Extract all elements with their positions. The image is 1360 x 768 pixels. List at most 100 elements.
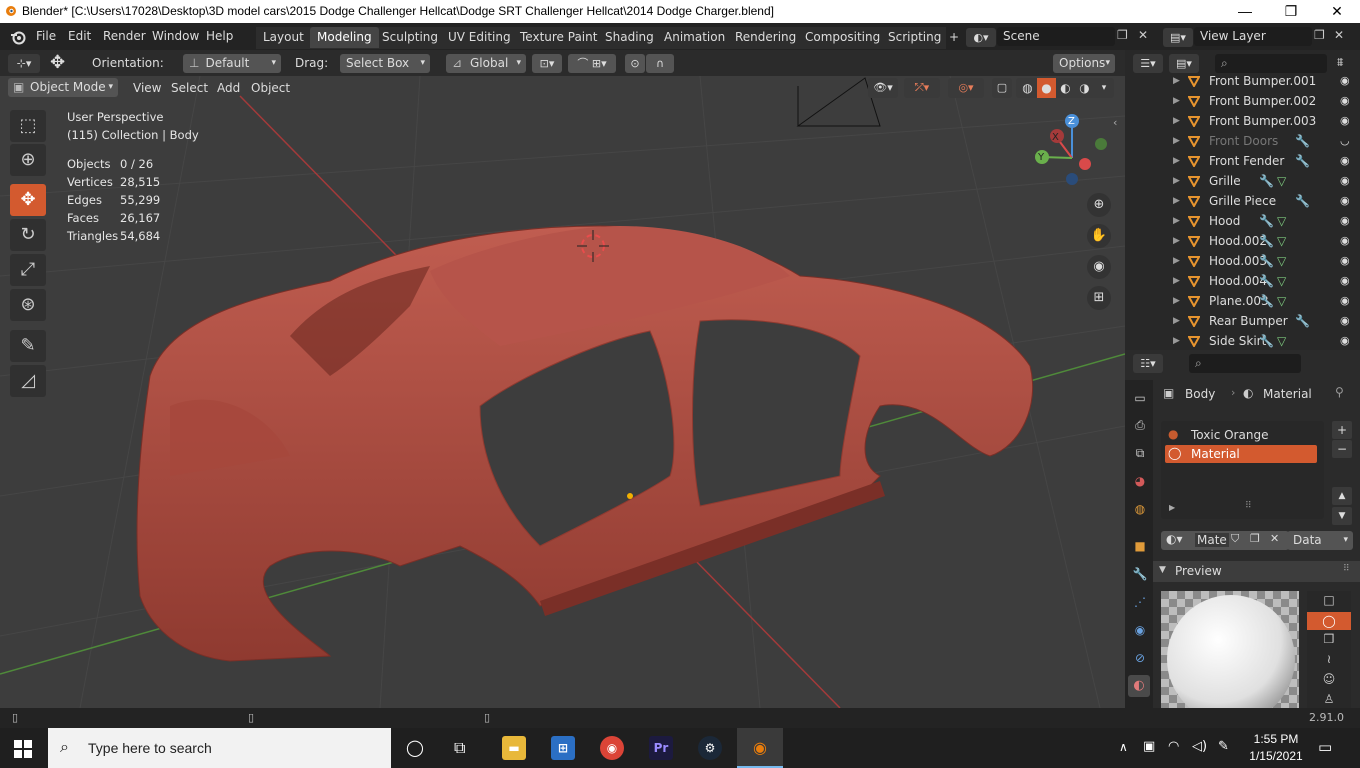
xray-toggle-icon[interactable]: ▢ — [992, 78, 1012, 98]
viewport-menu-select[interactable]: Select — [171, 81, 208, 95]
scene-properties-icon[interactable]: ◕ — [1130, 471, 1150, 491]
expand-arrow-icon[interactable]: ▶ — [1173, 291, 1180, 311]
add-slot-button[interactable]: + — [1332, 421, 1352, 439]
mesh-data-icon[interactable]: ▽ — [1277, 271, 1286, 291]
mesh-data-icon[interactable]: ▽ — [1277, 251, 1286, 271]
measure-tool-icon[interactable]: ◿ — [10, 365, 46, 397]
expand-arrow-icon[interactable]: ▶ — [1173, 211, 1180, 231]
modifier-wrench-icon[interactable]: 🔧 — [1259, 291, 1274, 311]
new-scene-icon[interactable]: ❐ — [1117, 28, 1128, 42]
expand-arrow-icon[interactable]: ▶ — [1173, 131, 1180, 151]
object-mode-dropdown[interactable]: ▣ Object Mode ▾ — [8, 78, 118, 97]
outliner-item[interactable]: ▶ Grille Piece 🔧 ◉ — [1125, 191, 1360, 211]
orientation-dropdown[interactable]: ⊥ Default ▾ — [183, 54, 281, 73]
hidden-eye-icon[interactable]: ◡ — [1340, 131, 1350, 151]
cortana-icon[interactable]: ◯ — [406, 738, 424, 757]
tab-uv-editing[interactable]: UV Editing — [441, 27, 518, 48]
preview-panel-header[interactable]: ▼ Preview ⠿ — [1153, 561, 1360, 582]
eye-icon[interactable]: ◉ — [1340, 311, 1350, 331]
modifier-wrench-icon[interactable]: 🔧 — [1259, 171, 1274, 191]
preview-shader-ball-icon[interactable]: ♙ — [1319, 692, 1339, 708]
outliner-item[interactable]: ▶ Grille 🔧 ▽ ◉ — [1125, 171, 1360, 191]
object-properties-icon[interactable]: ■ — [1130, 536, 1150, 556]
menu-edit[interactable]: Edit — [68, 29, 91, 43]
annotate-tool-icon[interactable]: ✎ — [10, 330, 46, 362]
outliner-item[interactable]: ▶ Front Fender 🔧 ◉ — [1125, 151, 1360, 171]
pin-icon[interactable]: ⚲ — [1335, 385, 1344, 399]
scale-tool-icon[interactable]: ⤢ — [10, 254, 46, 286]
rotate-tool-icon[interactable]: ↻ — [10, 219, 46, 251]
remove-slot-button[interactable]: − — [1332, 440, 1352, 458]
properties-search-input[interactable]: ⌕ — [1189, 354, 1301, 373]
expand-arrow-icon[interactable]: ▶ — [1173, 191, 1180, 211]
expand-arrow-icon[interactable]: ▶ — [1173, 71, 1180, 91]
scene-selector-icon[interactable]: ◐▾ — [966, 28, 996, 47]
snap-icon[interactable]: ⌒ ⊞▾ — [568, 54, 616, 73]
menu-file[interactable]: File — [36, 29, 56, 43]
wireframe-shading-icon[interactable]: ◍ — [1018, 78, 1037, 98]
options-dropdown[interactable]: Options ▾ — [1053, 54, 1115, 73]
move-slot-down-button[interactable]: ▼ — [1332, 507, 1352, 525]
blender-taskbar-item[interactable]: ◉ — [737, 728, 783, 768]
view-layer-field[interactable]: View Layer — [1194, 27, 1312, 46]
windows-start-icon[interactable] — [14, 740, 32, 758]
pivot-point-icon[interactable]: ⊡▾ — [532, 54, 562, 73]
expand-arrow-icon[interactable]: ▶ — [1173, 231, 1180, 251]
tab-modeling[interactable]: Modeling — [310, 27, 379, 48]
solid-shading-icon[interactable]: ● — [1037, 78, 1056, 98]
pen-workspace-icon[interactable]: ✎ — [1218, 739, 1229, 754]
add-workspace-button[interactable]: + — [942, 27, 966, 48]
eye-icon[interactable]: ◉ — [1340, 231, 1350, 251]
taskbar-search-box[interactable]: ⌕ Type here to search — [48, 728, 391, 768]
steam-icon[interactable]: ⚙ — [698, 736, 722, 760]
modifier-wrench-icon[interactable]: 🔧 — [1295, 131, 1310, 151]
tab-scripting[interactable]: Scripting — [881, 27, 948, 48]
preview-sphere-icon[interactable]: ◯ — [1307, 612, 1351, 630]
preview-monkey-icon[interactable]: ☺ — [1319, 672, 1339, 690]
material-browse-icon[interactable]: ◐▾ — [1166, 532, 1183, 546]
outliner-item[interactable]: ▶ Front Bumper.002 ◉ — [1125, 91, 1360, 111]
chrome-icon[interactable]: ◉ — [600, 736, 624, 760]
eye-icon[interactable]: ◉ — [1340, 151, 1350, 171]
material-properties-icon[interactable]: ◐ — [1128, 675, 1150, 697]
physics-properties-icon[interactable]: ◉ — [1130, 620, 1150, 640]
volume-icon[interactable]: ◁) — [1192, 739, 1207, 754]
expand-triangle-icon[interactable]: ▶ — [1169, 503, 1175, 512]
transform-tool-icon[interactable]: ⊛ — [10, 289, 46, 321]
overlay-toggle-icon[interactable]: ◎▾ — [948, 78, 984, 98]
tab-shading[interactable]: Shading — [598, 27, 661, 48]
modifier-wrench-icon[interactable]: 🔧 — [1259, 331, 1274, 351]
visibility-icon[interactable]: 👁▾ — [868, 78, 898, 98]
world-properties-icon[interactable]: ◍ — [1130, 499, 1150, 519]
minimize-button[interactable]: — — [1222, 0, 1268, 23]
pan-hand-icon[interactable]: ✋ — [1087, 224, 1111, 248]
eye-icon[interactable]: ◉ — [1340, 71, 1350, 91]
drag-handle-icon[interactable]: ⠿ — [1343, 564, 1350, 574]
menu-render[interactable]: Render — [103, 29, 146, 43]
mesh-data-icon[interactable]: ▽ — [1277, 291, 1286, 311]
properties-editor-icon[interactable]: ☷▾ — [1133, 354, 1163, 373]
microsoft-store-icon[interactable]: ⊞ — [551, 736, 575, 760]
expand-arrow-icon[interactable]: ▶ — [1173, 311, 1180, 331]
outliner-item[interactable]: ▶ Rear Bumper 🔧 ◉ — [1125, 311, 1360, 331]
preview-hair-icon[interactable]: ≀ — [1319, 652, 1339, 670]
constraints-properties-icon[interactable]: ⊘ — [1130, 648, 1150, 668]
sidebar-toggle-icon[interactable]: ‹ — [1113, 116, 1117, 129]
eye-icon[interactable]: ◉ — [1340, 171, 1350, 191]
camera-view-icon[interactable]: ◉ — [1087, 255, 1111, 279]
duplicate-material-icon[interactable]: ❐ — [1250, 532, 1260, 545]
material-slot-row-selected[interactable]: ◯ Material — [1165, 445, 1317, 463]
unlink-material-icon[interactable]: ✕ — [1270, 532, 1279, 545]
tray-app-icon[interactable]: ▣ — [1143, 739, 1155, 754]
view-layer-selector-icon[interactable]: ▤▾ — [1163, 28, 1193, 47]
menu-help[interactable]: Help — [206, 29, 233, 43]
file-explorer-icon[interactable]: ▬ — [502, 736, 526, 760]
clock-time[interactable]: 1:55 PM — [1244, 732, 1308, 746]
viewport-menu-view[interactable]: View — [133, 81, 161, 95]
eye-icon[interactable]: ◉ — [1340, 211, 1350, 231]
outliner-item[interactable]: ▶ Front Bumper.003 ◉ — [1125, 111, 1360, 131]
outliner-item[interactable]: ▶ Front Doors 🔧 ◡ — [1125, 131, 1360, 151]
modifier-properties-icon[interactable]: 🔧 — [1130, 564, 1150, 584]
eye-icon[interactable]: ◉ — [1340, 291, 1350, 311]
rendered-shading-icon[interactable]: ◑ — [1075, 78, 1094, 98]
